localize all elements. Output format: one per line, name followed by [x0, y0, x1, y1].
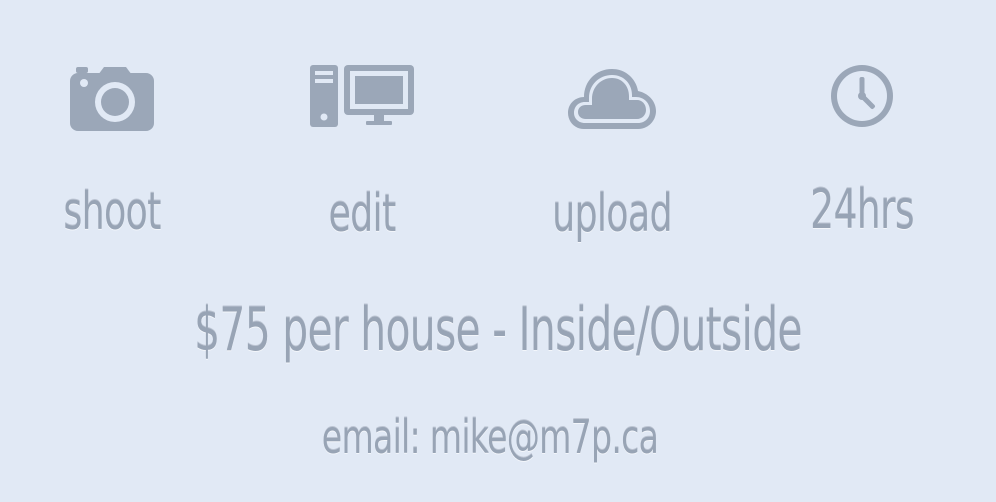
step-upload: upload	[512, 0, 712, 260]
step-shoot: shoot	[12, 0, 212, 260]
step-edit: edit	[262, 0, 462, 260]
cloud-icon	[512, 58, 712, 138]
step-24hrs: 24hrs	[762, 0, 962, 260]
step-label-edit: edit	[328, 184, 396, 244]
camera-icon	[12, 58, 212, 138]
step-label-upload: upload	[552, 184, 672, 244]
email-text: email: mike@m7p.ca	[321, 410, 659, 464]
step-label-24hrs: 24hrs	[810, 178, 914, 241]
clock-icon	[762, 56, 962, 136]
computer-icon	[262, 56, 462, 136]
price-text: $75 per house - Inside/Outside	[194, 295, 802, 365]
step-label-shoot: shoot	[63, 182, 161, 242]
process-steps: shoot edit upload 24hrs	[0, 0, 996, 260]
